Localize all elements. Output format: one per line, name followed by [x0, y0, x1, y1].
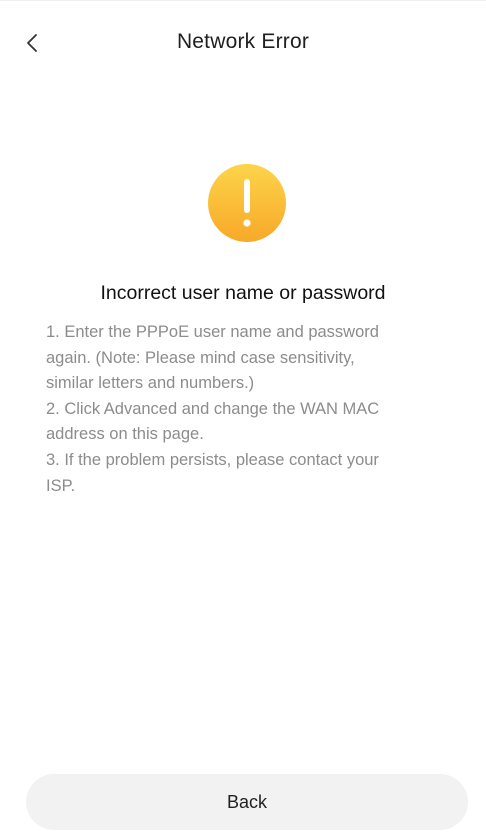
- description-line: address on this page.: [46, 425, 204, 444]
- error-heading: Incorrect user name or password: [100, 282, 386, 304]
- description-line: 3. If the problem persists, please conta…: [46, 450, 379, 469]
- exclamation-warning-icon: [207, 163, 287, 243]
- description-line: 2. Click Advanced and change the WAN MAC: [46, 399, 380, 418]
- description-line: ISP.: [46, 476, 76, 495]
- description-line: 1. Enter the PPPoE user name and passwor…: [46, 323, 379, 341]
- header-bar: Network Error: [0, 18, 486, 74]
- back-button[interactable]: Back: [26, 774, 468, 830]
- error-description: 1. Enter the PPPoE user name and passwor…: [46, 320, 446, 499]
- description-line: similar letters and numbers.): [46, 374, 255, 393]
- top-divider: [0, 0, 486, 8]
- page-title: Network Error: [176, 30, 310, 53]
- description-line: again. (Note: Please mind case sensitivi…: [46, 348, 355, 367]
